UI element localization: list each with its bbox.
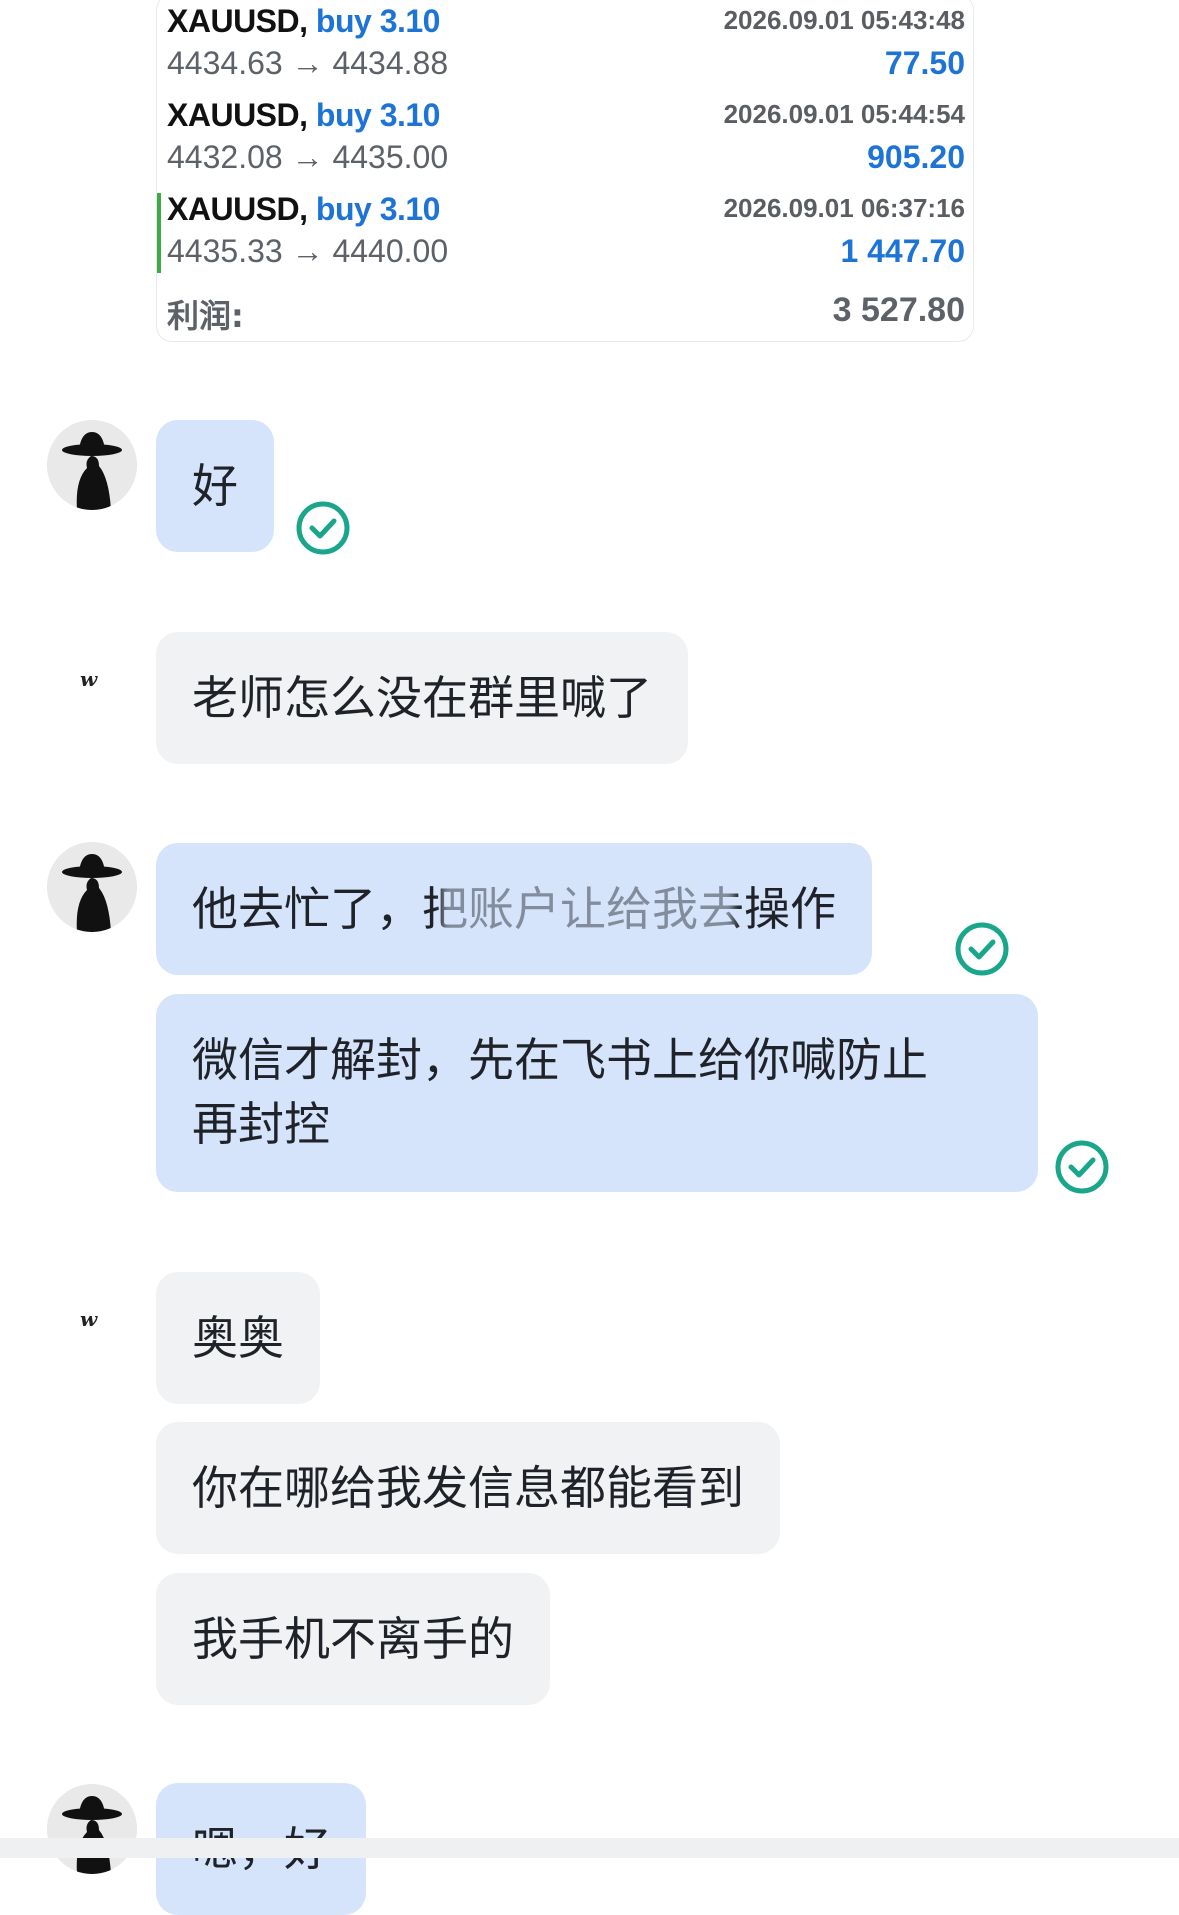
trade-row[interactable]: XAUUSD, buy 3.10 2026.09.01 05:44:54 443…	[157, 89, 973, 183]
avatar[interactable]	[47, 420, 137, 510]
trade-profit: 77.50	[884, 45, 965, 81]
check-circle-icon	[955, 922, 1009, 976]
trade-prices: 4432.08 → 4435.00	[167, 139, 449, 175]
trade-row-active[interactable]: XAUUSD, buy 3.10 2026.09.01 06:37:16 443…	[157, 183, 973, 277]
avatar-letter: w	[80, 1307, 98, 1331]
message-bubble-mine[interactable]: 微信才解封，先在飞书上给你喊防止 再封控	[156, 994, 1038, 1192]
redaction-blur	[442, 880, 734, 950]
trade-prices: 4435.33 → 4440.00	[167, 233, 449, 269]
total-label: 利润:	[167, 297, 244, 335]
hat-silhouette-avatar-icon	[47, 420, 137, 510]
message-bubble-mine[interactable]: 好	[156, 420, 274, 552]
message-bubble-other[interactable]: 老师怎么没在群里喊了	[156, 632, 688, 764]
trade-time: 2026.09.01 05:44:54	[723, 99, 965, 129]
trade-profit: 905.20	[867, 139, 965, 175]
message-text: 奥奥	[192, 1311, 284, 1365]
avatar-letter: w	[80, 667, 98, 691]
trade-time: 2026.09.01 05:43:48	[723, 5, 965, 35]
message-bubble-other[interactable]: 奥奥	[156, 1272, 320, 1404]
trade-symbol: XAUUSD, buy 3.10	[167, 3, 440, 40]
message-text: 你在哪给我发信息都能看到	[192, 1461, 744, 1515]
trade-direction: buy 3.10	[315, 3, 441, 39]
avatar[interactable]	[47, 842, 137, 932]
trade-summary-card: XAUUSD, buy 3.10 2026.09.01 05:43:48 443…	[156, 0, 974, 342]
symbol-name: XAUUSD,	[167, 97, 308, 133]
symbol-name: XAUUSD,	[167, 191, 308, 227]
message-text-line: 再封控	[192, 1097, 330, 1151]
trade-symbol: XAUUSD, buy 3.10	[167, 191, 440, 228]
bottom-edge-bar	[0, 1838, 1179, 1858]
avatar-other[interactable]: w	[80, 1306, 110, 1332]
total-value: 3 527.80	[832, 291, 965, 329]
trade-profit: 1 447.70	[840, 233, 965, 269]
trade-row[interactable]: XAUUSD, buy 3.10 2026.09.01 05:43:48 443…	[157, 0, 973, 89]
message-bubble-other[interactable]: 你在哪给我发信息都能看到	[156, 1422, 780, 1554]
message-text: 我手机不离手的	[192, 1612, 514, 1666]
message-text-line: 微信才解封，先在飞书上给你喊防止	[192, 1033, 928, 1087]
avatar-other[interactable]: w	[80, 666, 110, 692]
avatar[interactable]	[47, 1784, 137, 1874]
symbol-name: XAUUSD,	[167, 3, 308, 39]
hat-silhouette-avatar-icon	[47, 1784, 137, 1874]
trade-time: 2026.09.01 06:37:16	[723, 193, 965, 223]
check-circle-icon	[1055, 1140, 1109, 1194]
hat-silhouette-avatar-icon	[47, 842, 137, 932]
message-bubble-other[interactable]: 我手机不离手的	[156, 1573, 550, 1705]
trade-total: 利润: 3 527.80	[157, 287, 973, 337]
message-text: 好	[192, 459, 238, 513]
message-text: 老师怎么没在群里喊了	[192, 671, 652, 725]
check-circle-icon	[296, 501, 350, 555]
trade-symbol: XAUUSD, buy 3.10	[167, 97, 440, 134]
trade-prices: 4434.63 → 4434.88	[167, 45, 449, 81]
trade-direction: buy 3.10	[315, 97, 441, 133]
trade-direction: buy 3.10	[315, 191, 441, 227]
